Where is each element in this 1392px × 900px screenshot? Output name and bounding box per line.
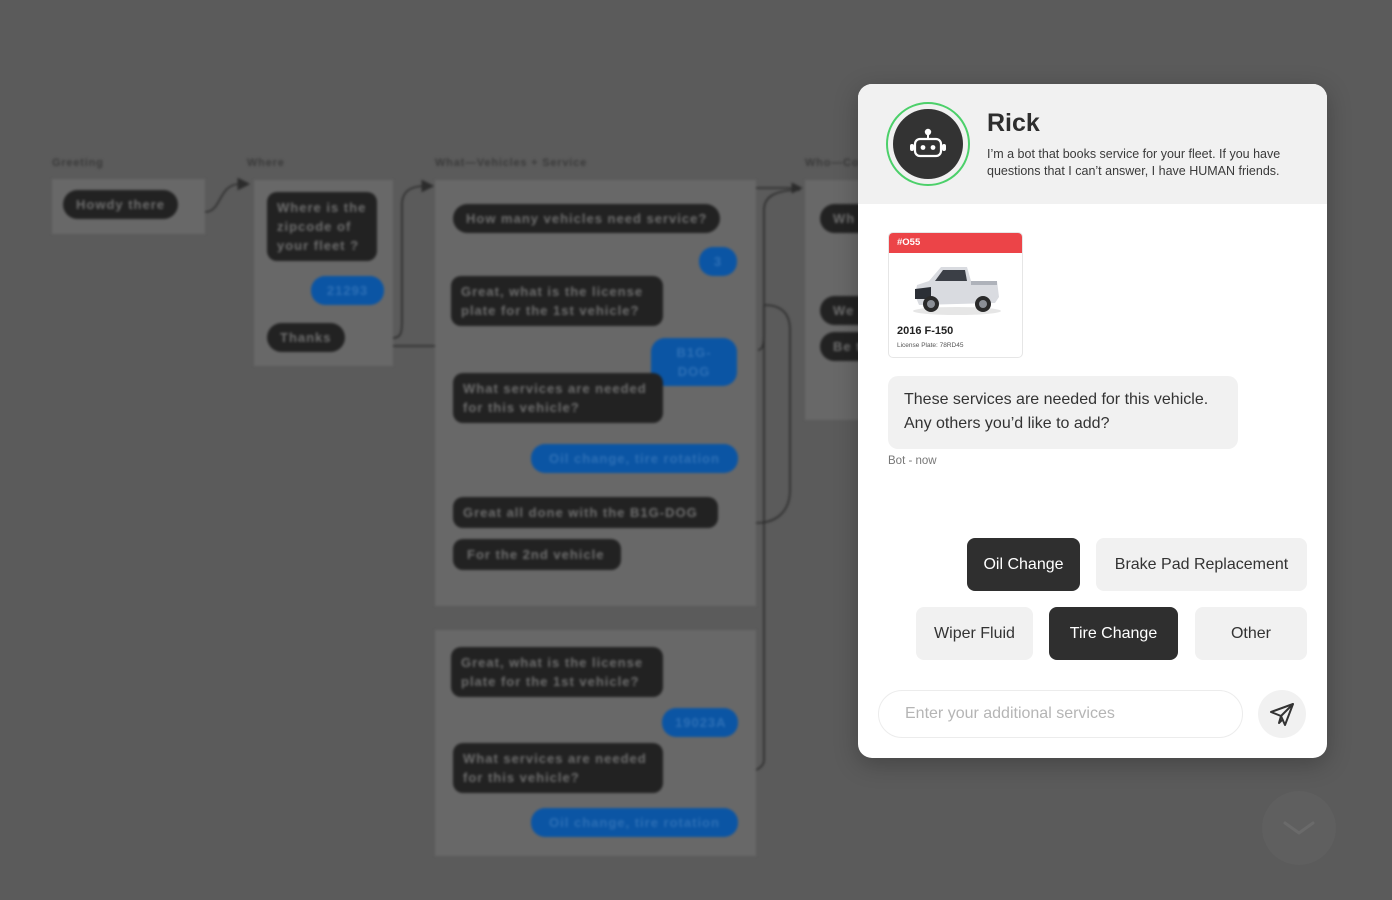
what-panel-1: How many vehicles need service? 3 Great,… <box>435 180 756 606</box>
vehicle-plate: License Plate: 78RD45 <box>897 342 964 349</box>
where-panel: Where is the zipcode of your fleet ? 212… <box>254 180 393 366</box>
bot-avatar <box>886 102 970 186</box>
truck-image <box>913 267 1001 315</box>
where-answer-bubble: 21293 <box>311 276 384 305</box>
column-label-who: Who—Co <box>805 157 860 169</box>
what2-plate-question: Great, what is the license plate for the… <box>451 647 663 697</box>
chat-widget: Rick I’m a bot that books service for yo… <box>858 84 1327 758</box>
vehicle-tag: #O55 <box>889 233 1022 253</box>
robot-icon <box>910 128 946 158</box>
paper-plane-icon <box>1270 703 1294 726</box>
what-panel-2: Great, what is the license plate for the… <box>435 630 756 856</box>
option-tire-change[interactable]: Tire Change <box>1049 607 1178 660</box>
connector-where-what <box>392 179 435 339</box>
what-done-bubble: Great all done with the B1G-DOG <box>453 497 718 528</box>
bot-message-bubble: These services are needed for this vehic… <box>888 376 1238 449</box>
greeting-bubble: Howdy there <box>63 190 179 219</box>
column-label-greeting: Greeting <box>52 157 104 169</box>
where-thanks-bubble: Thanks <box>267 323 345 352</box>
additional-services-field[interactable] <box>878 690 1243 738</box>
option-wiper-fluid[interactable]: Wiper Fluid <box>916 607 1033 660</box>
what-services-answer: Oil change, tire rotation <box>531 444 738 473</box>
what-services-question: What services are needed for this vehicl… <box>453 373 663 423</box>
additional-services-input[interactable] <box>879 691 1242 737</box>
what2-services-answer: Oil change, tire rotation <box>531 808 738 837</box>
vehicle-model: 2016 F-150 <box>897 325 954 337</box>
option-brake-pad-replacement[interactable]: Brake Pad Replacement <box>1096 538 1307 591</box>
where-question-bubble: Where is the zipcode of your fleet ? <box>267 192 377 261</box>
vehicle-card[interactable]: #O55 2016 F-150 License Plate: 78RD45 <box>888 232 1023 358</box>
what-next-bubble: For the 2nd vehicle <box>453 539 621 570</box>
connector-greeting-where <box>204 177 251 213</box>
what-count-question: How many vehicles need service? <box>453 204 721 233</box>
column-label-what: What—Vehicles + Service <box>435 157 587 169</box>
what-plate-question: Great, what is the license plate for the… <box>451 276 663 326</box>
chat-header: Rick I’m a bot that books service for yo… <box>858 84 1327 204</box>
what-count-answer: 3 <box>699 247 737 276</box>
what-plate-answer: B1G-DOG <box>651 338 737 386</box>
column-label-where: Where <box>247 157 285 169</box>
option-oil-change[interactable]: Oil Change <box>967 538 1080 591</box>
greeting-panel: Howdy there <box>52 179 205 234</box>
send-button[interactable] <box>1258 690 1306 738</box>
what2-plate-answer: 19023A <box>662 708 738 737</box>
what2-services-question: What services are needed for this vehicl… <box>453 743 663 793</box>
option-other[interactable]: Other <box>1195 607 1307 660</box>
message-meta: Bot - now <box>888 455 937 467</box>
bot-name: Rick <box>987 109 1040 137</box>
bot-description: I’m a bot that books service for your fl… <box>987 147 1281 178</box>
scroll-down-button[interactable] <box>1262 791 1336 865</box>
chevron-down-icon <box>1283 821 1315 835</box>
